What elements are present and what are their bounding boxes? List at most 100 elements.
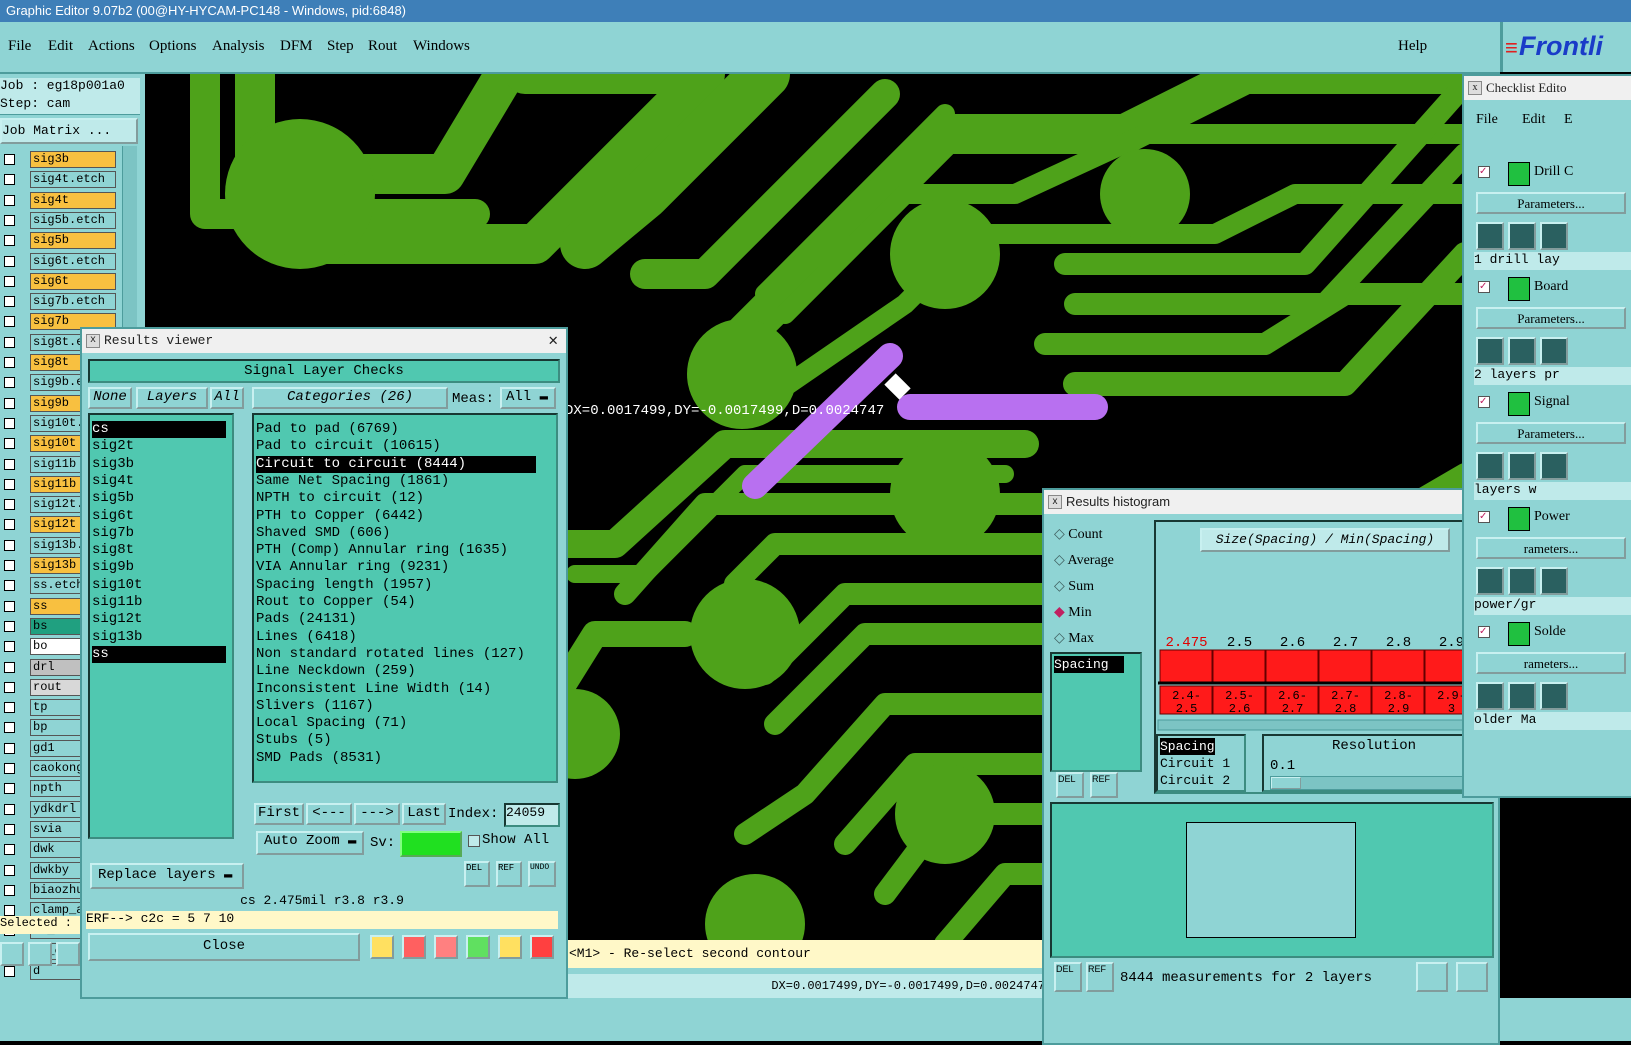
layer-list-item[interactable]: sig13b	[92, 629, 226, 646]
category-list-item[interactable]: Pads (24131)	[256, 611, 536, 628]
layer-checkbox[interactable]	[4, 194, 15, 206]
histogram-scrollbar[interactable]	[1157, 719, 1481, 731]
next-button[interactable]: --->	[354, 803, 400, 825]
parameters-button[interactable]: rameters...	[1476, 652, 1626, 674]
category-list-item[interactable]: Line Neckdown (259)	[256, 663, 536, 680]
layer-list-item[interactable]: sig4t	[92, 473, 226, 490]
run-profile-icon[interactable]	[1540, 452, 1568, 480]
layer-list-item[interactable]: sig11b	[92, 594, 226, 611]
item-checkbox[interactable]: ✓	[1478, 511, 1490, 523]
category-list-item[interactable]: PTH to Copper (6442)	[256, 508, 536, 525]
menu-help[interactable]: Help	[1398, 38, 1427, 55]
category-list-item[interactable]: VIA Annular ring (9231)	[256, 559, 536, 576]
delete-results-icon[interactable]	[434, 935, 458, 959]
show-all-checkbox[interactable]	[468, 835, 480, 847]
histogram-bar[interactable]	[1371, 649, 1425, 683]
close-icon[interactable]: ✕	[548, 329, 558, 353]
run-profile-icon[interactable]	[1540, 682, 1568, 710]
run-profile-icon[interactable]	[1540, 567, 1568, 595]
run-area-icon[interactable]	[1508, 337, 1536, 365]
check-name[interactable]: Board	[1534, 279, 1568, 295]
layer-checkbox[interactable]	[4, 377, 15, 389]
export-icon[interactable]	[1456, 962, 1488, 992]
menu-dfm[interactable]: DFM	[280, 38, 313, 55]
run-icon[interactable]	[1476, 452, 1504, 480]
replace-layers-select[interactable]: Replace layers ▬	[90, 863, 244, 889]
measure-tool-icon[interactable]	[28, 942, 52, 966]
run-profile-icon[interactable]	[1540, 337, 1568, 365]
checklist-titlebar[interactable]: x Checklist Edito	[1464, 76, 1631, 100]
meas-select[interactable]: All ▬	[500, 387, 556, 409]
layer-list-item[interactable]: sig9b	[92, 559, 226, 576]
menu-windows[interactable]: Windows	[413, 38, 470, 55]
category-list-item[interactable]: Stubs (5)	[256, 732, 536, 749]
category-list-item[interactable]: Non standard rotated lines (127)	[256, 646, 536, 663]
histogram-bar[interactable]	[1318, 649, 1372, 683]
del-button[interactable]: DEL	[464, 861, 490, 887]
category-list-item[interactable]: Pad to circuit (10615)	[256, 438, 536, 455]
layer-checkbox[interactable]	[4, 336, 15, 348]
category-list-item[interactable]: Rout to Copper (54)	[256, 594, 536, 611]
checklist-menu-file[interactable]: File	[1476, 112, 1498, 128]
layer-checkbox[interactable]	[4, 823, 15, 835]
layer-row[interactable]: sig6t.etch	[0, 252, 120, 270]
layer-checkbox[interactable]	[4, 458, 15, 470]
run-area-icon[interactable]	[1508, 452, 1536, 480]
layer-name[interactable]: sig6t.etch	[30, 252, 116, 270]
menu-actions[interactable]: Actions	[88, 38, 135, 55]
layer-name[interactable]: sig3b	[30, 151, 116, 168]
category-list-item[interactable]: Spacing length (1957)	[256, 577, 536, 594]
all-button[interactable]: All	[210, 387, 244, 409]
layers-button[interactable]: Layers	[136, 387, 208, 409]
results-viewer-titlebar[interactable]: x Results viewer ✕	[82, 329, 566, 353]
layer-row[interactable]: sig4t	[0, 191, 120, 209]
measure-list-item[interactable]: Spacing	[1054, 656, 1124, 673]
radio-count[interactable]: ◇ Count	[1054, 526, 1103, 543]
layer-list-item[interactable]: sig6t	[92, 508, 226, 525]
category-list-item[interactable]: Lines (6418)	[256, 629, 536, 646]
resolution-slider[interactable]	[1270, 776, 1484, 790]
layer-checkbox[interactable]	[4, 275, 15, 287]
layer-checkbox[interactable]	[4, 560, 15, 571]
grid-tool-icon[interactable]	[56, 942, 80, 966]
category-list-item[interactable]: Local Spacing (71)	[256, 715, 536, 732]
category-list-item[interactable]: Pad to pad (6769)	[256, 421, 536, 438]
hist-del-button-2[interactable]: DEL	[1054, 962, 1082, 992]
item-checkbox[interactable]: ✓	[1478, 626, 1490, 638]
menu-analysis[interactable]: Analysis	[212, 38, 265, 55]
close-button[interactable]: Close	[88, 933, 360, 961]
layer-checkbox[interactable]	[4, 600, 15, 612]
resolution-slider-thumb[interactable]	[1271, 777, 1301, 789]
category-list-item[interactable]: PTH (Comp) Annular ring (1635)	[256, 542, 536, 559]
run-area-icon[interactable]	[1508, 222, 1536, 250]
category-list-item[interactable]: Circuit to circuit (8444)	[256, 455, 536, 473]
checklist-menu-edit[interactable]: Edit	[1522, 112, 1545, 128]
chart-icon[interactable]	[1416, 962, 1448, 992]
hist-ref-button[interactable]: REF	[1090, 772, 1118, 798]
radio-sum[interactable]: ◇ Sum	[1054, 578, 1094, 595]
category-list-item[interactable]: Same Net Spacing (1861)	[256, 473, 536, 490]
parameters-button[interactable]: Parameters...	[1476, 307, 1626, 329]
prev-button[interactable]: <---	[306, 803, 352, 825]
layer-name[interactable]: sig4t	[30, 191, 116, 209]
layer-row[interactable]: sig3b	[0, 150, 120, 168]
layer-list-item[interactable]: sig3b	[92, 456, 226, 473]
layer-checkbox[interactable]	[4, 803, 15, 815]
menu-options[interactable]: Options	[149, 38, 197, 55]
layer-checkbox[interactable]	[4, 235, 15, 247]
auto-zoom-select[interactable]: Auto Zoom ▬	[256, 831, 364, 855]
menu-file[interactable]: File	[8, 38, 31, 55]
radio-max[interactable]: ◇ Max	[1054, 630, 1094, 647]
item-checkbox[interactable]: ✓	[1478, 166, 1490, 178]
layer-name[interactable]: sig5b.etch	[30, 211, 116, 229]
attribute-list-item[interactable]: Spacing	[1160, 738, 1215, 755]
parameters-button[interactable]: Parameters...	[1476, 422, 1626, 444]
menu-step[interactable]: Step	[327, 38, 354, 55]
none-button[interactable]: None	[88, 387, 132, 409]
layer-checkbox[interactable]	[4, 417, 15, 429]
radio-min[interactable]: ◆ Min	[1054, 604, 1092, 621]
layer-checkbox[interactable]	[4, 681, 15, 693]
item-checkbox[interactable]: ✓	[1478, 281, 1490, 293]
layer-checkbox[interactable]	[4, 174, 15, 186]
layer-name[interactable]: sig6t	[30, 272, 116, 290]
